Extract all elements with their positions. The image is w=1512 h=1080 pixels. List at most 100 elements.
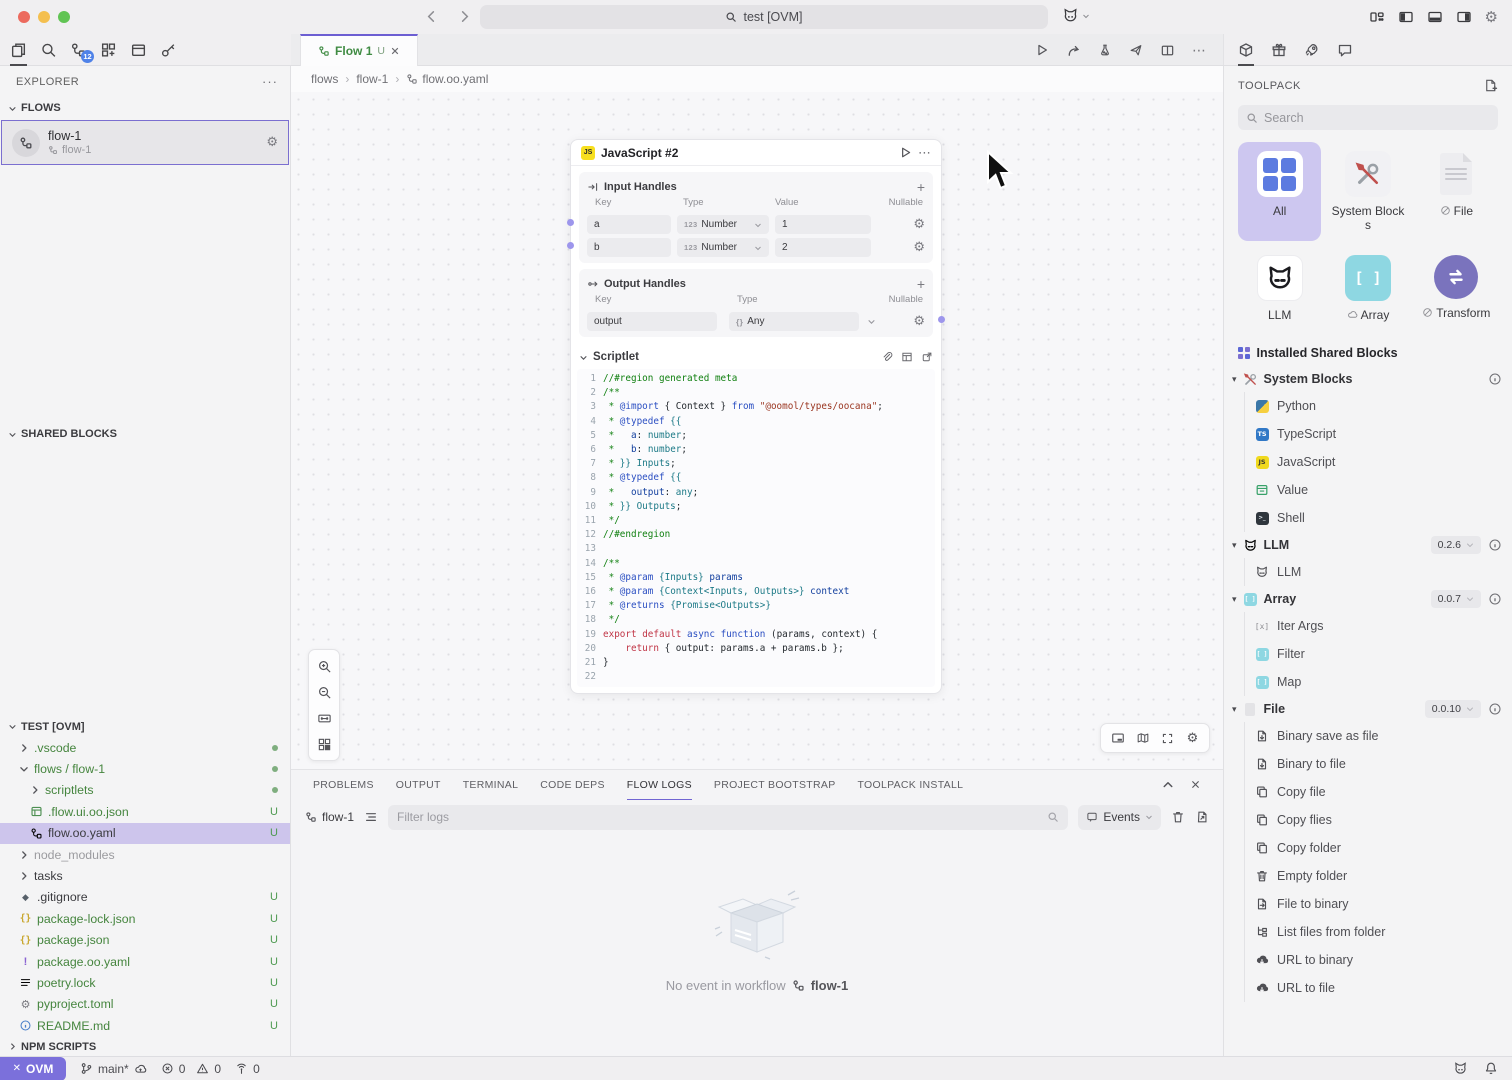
node-javascript-2[interactable]: JS JavaScript #2 ⋯ Input Handles + Key	[570, 139, 942, 694]
project-activity-icon[interactable]	[130, 34, 147, 66]
auto-layout-icon[interactable]	[312, 731, 336, 757]
search-activity-icon[interactable]	[40, 34, 57, 66]
picture-in-picture-icon[interactable]	[1105, 726, 1130, 750]
tree-item-package-oo-yaml[interactable]: !package.oo.yamlU	[0, 951, 290, 972]
filter-logs-input[interactable]: Filter logs	[388, 805, 1068, 830]
notifications-bell-icon[interactable]	[1484, 1061, 1498, 1075]
settings-gear-icon[interactable]: ⚙	[1485, 8, 1498, 26]
rerun-icon[interactable]	[1066, 43, 1081, 58]
input-handle-dot-b[interactable]	[567, 242, 574, 249]
toolpack-panel-icon[interactable]	[1238, 34, 1254, 66]
publish-icon[interactable]	[1129, 43, 1143, 57]
key-field[interactable]: b	[587, 238, 671, 257]
block-item-iter-args[interactable]: [x]Iter Args	[1255, 612, 1502, 640]
node-more-icon[interactable]: ⋯	[918, 145, 931, 161]
key-field[interactable]: output	[587, 312, 717, 331]
blocks-activity-icon[interactable]	[100, 34, 117, 66]
flows-activity-icon[interactable]: 12	[70, 34, 87, 66]
project-root-header[interactable]: TEST [OVM]	[0, 716, 290, 737]
fit-view-icon[interactable]	[312, 705, 336, 731]
info-icon[interactable]	[1488, 372, 1502, 386]
add-output-handle-button[interactable]: +	[917, 276, 925, 292]
breadcrumb-item-flow-1[interactable]: flow-1	[356, 72, 388, 86]
block-item-url-to-binary[interactable]: URL to binary	[1255, 946, 1502, 974]
block-item-copy-file[interactable]: Copy file	[1255, 778, 1502, 806]
toggle-bottom-panel-icon[interactable]	[1427, 9, 1443, 25]
block-item-filter[interactable]: [ ]Filter	[1255, 640, 1502, 668]
close-tab-icon[interactable]	[390, 46, 400, 56]
tree-item--vscode[interactable]: .vscode	[0, 737, 290, 758]
panel-tab-code-deps[interactable]: CODE DEPS	[540, 770, 605, 800]
block-item-llm[interactable]: LLM	[1255, 558, 1502, 586]
toggle-left-panel-icon[interactable]	[1398, 9, 1414, 25]
handle-settings-gear-icon[interactable]: ⚙	[913, 217, 925, 232]
flow-settings-gear-icon[interactable]: ⚙	[266, 135, 278, 150]
fullscreen-icon[interactable]	[1155, 726, 1180, 750]
more-actions-icon[interactable]: ⋯	[1192, 42, 1207, 59]
breadcrumb-item-flow-oo-yaml[interactable]: flow.oo.yaml	[406, 72, 488, 86]
git-branch-status[interactable]: main*	[80, 1062, 147, 1076]
panel-tab-problems[interactable]: PROBLEMS	[313, 770, 374, 800]
explorer-more-icon[interactable]: ···	[262, 74, 278, 89]
chevron-down-icon[interactable]	[579, 353, 588, 362]
log-flow-selector[interactable]: flow-1	[305, 810, 354, 824]
attach-icon[interactable]	[881, 351, 893, 363]
run-flow-icon[interactable]	[1035, 43, 1049, 57]
minimize-window-button[interactable]	[38, 11, 50, 23]
breadcrumb-item-flows[interactable]: flows	[311, 72, 338, 86]
table-view-icon[interactable]	[901, 351, 913, 363]
tree-item-tasks[interactable]: tasks	[0, 865, 290, 886]
code-editor[interactable]: 1//#region generated meta2/**3 * @import…	[577, 369, 935, 687]
tree-item-node-modules[interactable]: node_modules	[0, 844, 290, 865]
maximize-panel-icon[interactable]	[1162, 779, 1174, 791]
canvas-settings-gear-icon[interactable]: ⚙	[1180, 726, 1205, 750]
npm-scripts-header[interactable]: NPM SCRIPTS	[0, 1036, 290, 1057]
panel-tab-toolpack-install[interactable]: TOOLPACK INSTALL	[858, 770, 964, 800]
group-header-file[interactable]: ▾ File 0.0.10	[1232, 696, 1502, 722]
rocket-panel-icon[interactable]	[1304, 34, 1320, 66]
panel-tab-output[interactable]: OUTPUT	[396, 770, 441, 800]
back-icon[interactable]	[424, 9, 439, 24]
type-select[interactable]: 123Number	[677, 238, 769, 257]
info-icon[interactable]	[1488, 592, 1502, 606]
forward-icon[interactable]	[457, 9, 472, 24]
toolpack-search-input[interactable]: Search	[1238, 105, 1498, 130]
toolpack-tile-all[interactable]: All	[1238, 142, 1321, 241]
toolpack-tile-file[interactable]: File	[1415, 142, 1498, 241]
toolpack-tile-array[interactable]: [ ] Array	[1326, 246, 1409, 330]
events-filter-select[interactable]: Events	[1078, 805, 1161, 830]
handle-settings-gear-icon[interactable]: ⚙	[913, 240, 925, 255]
llm-cat-icon[interactable]	[1453, 1061, 1468, 1076]
ports-status[interactable]: 0	[235, 1062, 260, 1076]
log-list-icon[interactable]	[364, 810, 378, 824]
tree-item-poetry-lock[interactable]: poetry.lockU	[0, 972, 290, 993]
zoom-window-button[interactable]	[58, 11, 70, 23]
block-item-value[interactable]: Value	[1255, 476, 1502, 504]
tree-item-pyproject-toml[interactable]: ⚙pyproject.tomlU	[0, 994, 290, 1015]
info-icon[interactable]	[1488, 538, 1502, 552]
llm-model-picker[interactable]	[1062, 7, 1090, 24]
block-item-binary-to-file[interactable]: Binary to file	[1255, 750, 1502, 778]
tree-item-readme-md[interactable]: README.mdU	[0, 1015, 290, 1036]
node-header[interactable]: JS JavaScript #2 ⋯	[571, 140, 941, 166]
run-node-icon[interactable]	[899, 146, 912, 159]
block-item-empty-folder[interactable]: Empty folder	[1255, 862, 1502, 890]
info-icon[interactable]	[1488, 702, 1502, 716]
clear-logs-icon[interactable]	[1171, 810, 1185, 824]
block-item-file-to-binary[interactable]: File to binary	[1255, 890, 1502, 918]
chat-panel-icon[interactable]	[1337, 34, 1353, 66]
panel-tab-project-bootstrap[interactable]: PROJECT BOOTSTRAP	[714, 770, 836, 800]
panel-tab-flow-logs[interactable]: FLOW LOGS	[627, 770, 692, 800]
toolpack-tile-system-blocks[interactable]: System Blocks	[1326, 142, 1409, 241]
handle-settings-gear-icon[interactable]: ⚙	[913, 314, 925, 329]
block-item-shell[interactable]: >_Shell	[1255, 504, 1502, 532]
block-item-list-files-from-folder[interactable]: List files from folder	[1255, 918, 1502, 946]
block-item-binary-save-as-file[interactable]: Binary save as file	[1255, 722, 1502, 750]
block-item-javascript[interactable]: JSJavaScript	[1255, 448, 1502, 476]
tab-flow-1[interactable]: Flow 1 U	[300, 34, 418, 66]
key-field[interactable]: a	[587, 215, 671, 234]
package-panel-icon[interactable]	[1271, 34, 1287, 66]
panel-tab-terminal[interactable]: TERMINAL	[463, 770, 519, 800]
new-toolpack-icon[interactable]	[1483, 78, 1498, 93]
window-layout-icon[interactable]	[1369, 9, 1385, 25]
